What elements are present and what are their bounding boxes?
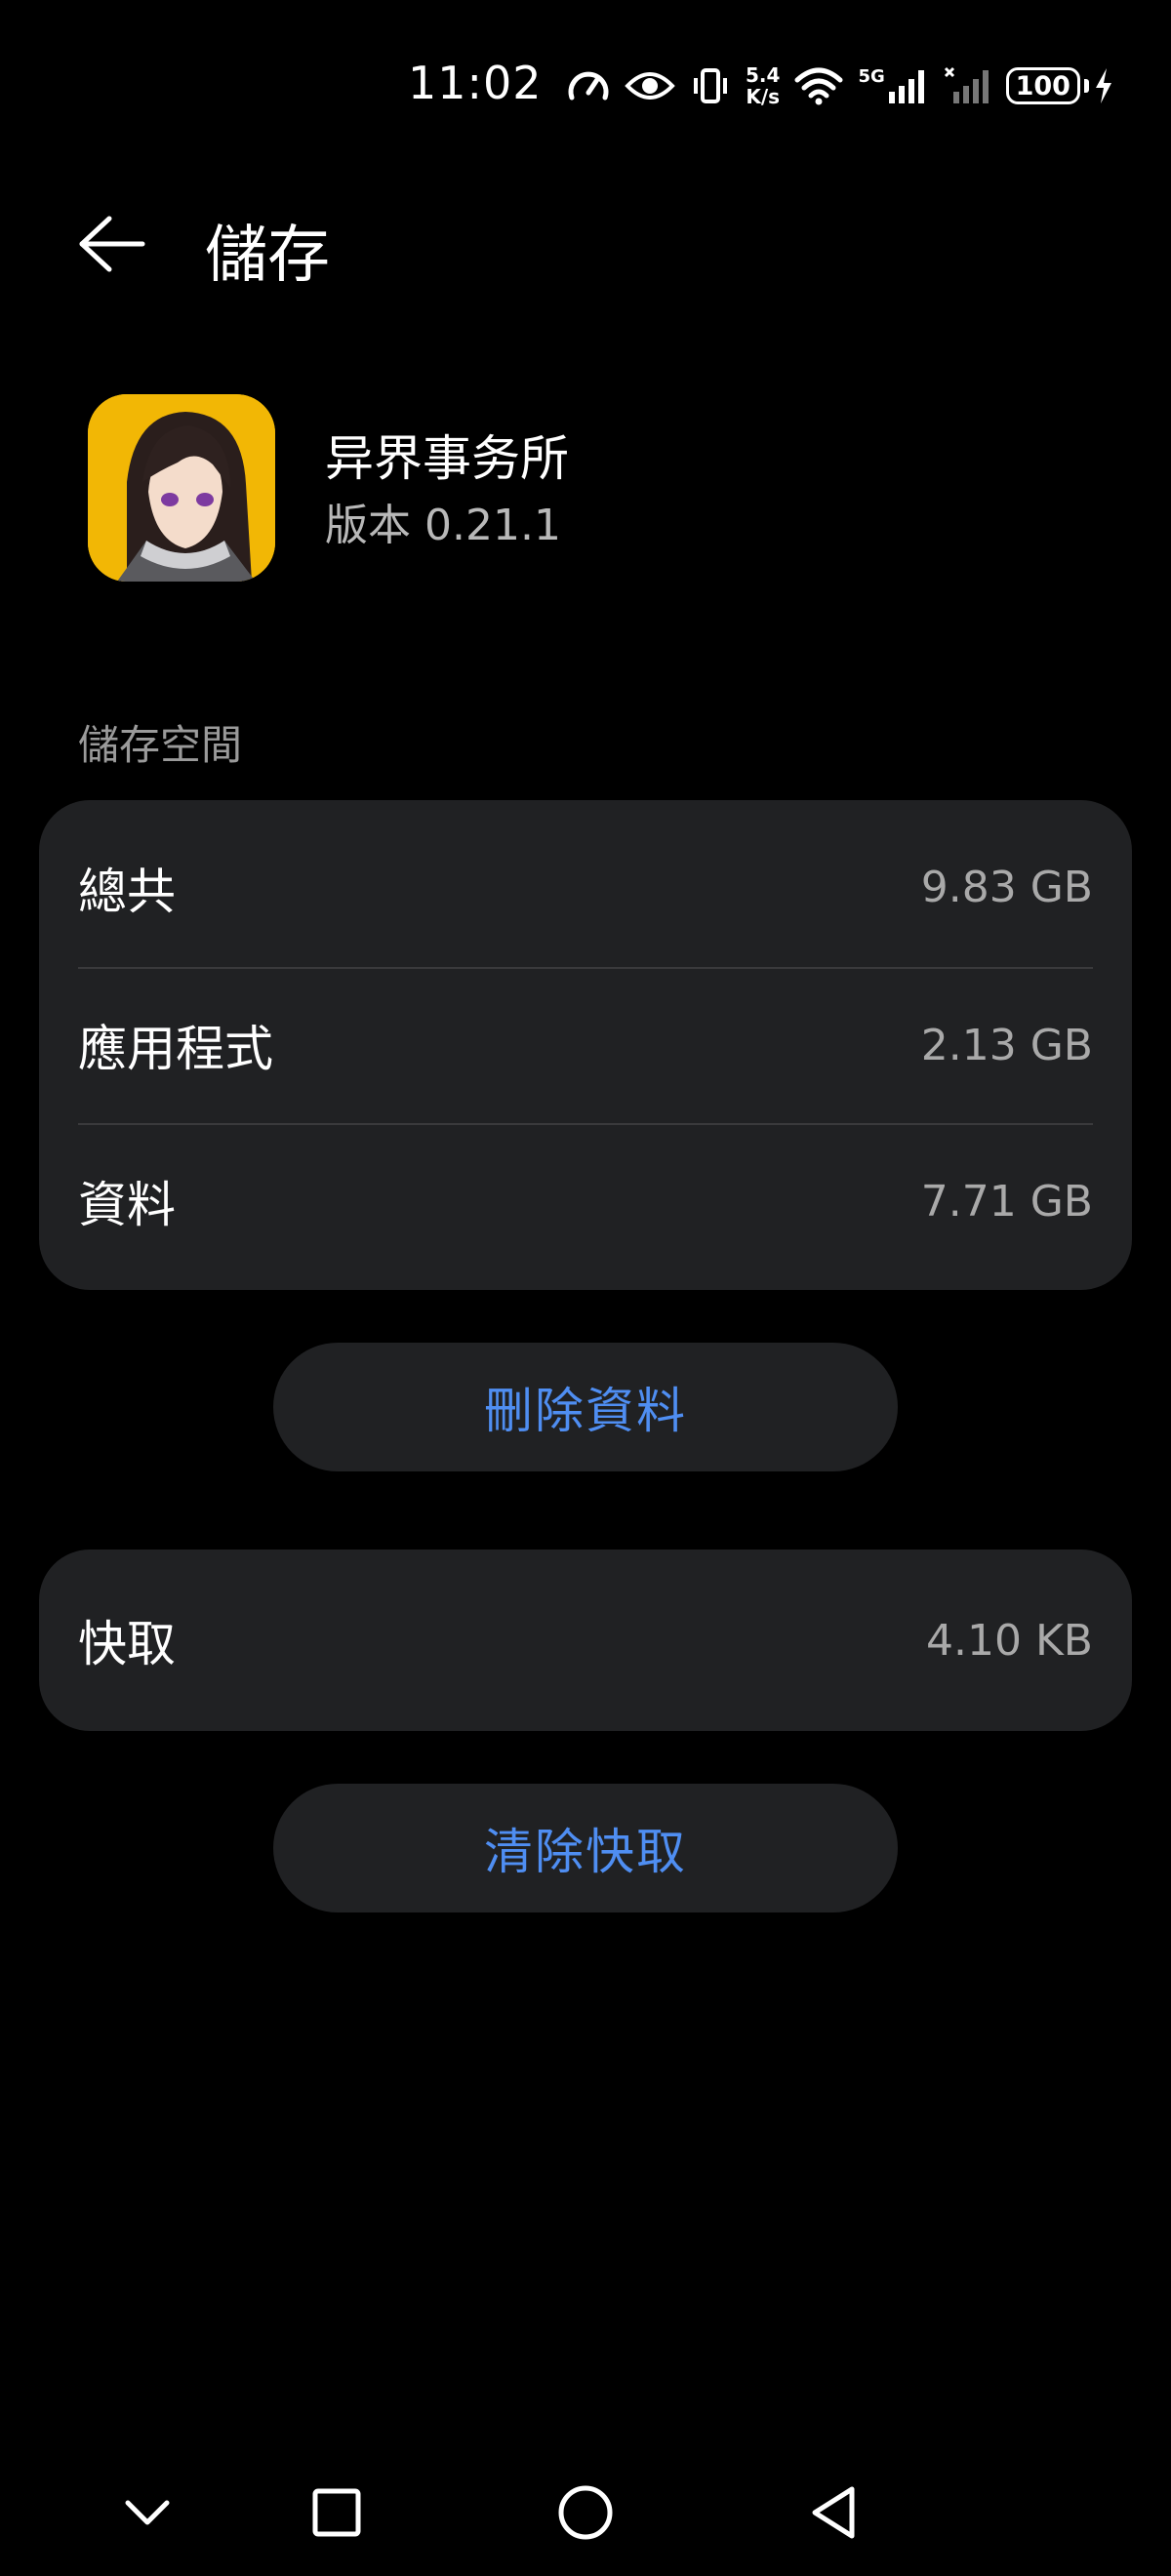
cache-row: 快取 4.10 KB — [39, 1550, 1132, 1731]
wifi-icon — [793, 66, 844, 105]
app-icon — [88, 394, 275, 582]
storage-row-total: 總共 9.83 GB — [39, 800, 1132, 967]
storage-row-app: 應用程式 2.13 GB — [39, 967, 1132, 1123]
back-triangle-icon — [812, 2486, 855, 2539]
hide-nav-button[interactable] — [94, 2459, 201, 2566]
home-button[interactable] — [532, 2459, 639, 2566]
row-value: 7.71 GB — [920, 1176, 1093, 1227]
app-name: 异界事务所 — [325, 430, 569, 487]
row-label: 資料 — [78, 1177, 176, 1233]
battery-level: 100 — [1005, 67, 1080, 104]
header: 儲存 — [0, 185, 1171, 293]
net-speed-unit: K/s — [746, 85, 781, 108]
chevron-down-icon — [125, 2500, 170, 2525]
signal-5g: 5G — [858, 66, 929, 105]
battery-indicator: 100 — [1005, 66, 1114, 105]
page-title: 儲存 — [205, 220, 330, 292]
back-button[interactable] — [70, 203, 152, 285]
row-label: 快取 — [78, 1616, 176, 1672]
recents-square-icon — [312, 2488, 361, 2537]
charging-icon — [1095, 68, 1111, 103]
cache-card: 快取 4.10 KB — [39, 1550, 1132, 1731]
delete-data-button[interactable]: 刪除資料 — [273, 1343, 898, 1471]
vibrate-icon — [689, 66, 732, 105]
storage-section-label: 儲存空間 — [78, 721, 243, 769]
eye-icon — [625, 68, 675, 103]
status-bar: 11:02 5.4 K/s 5G 100 — [0, 0, 1171, 172]
signal-strength-icon — [888, 70, 924, 103]
back-nav-button[interactable] — [781, 2459, 888, 2566]
row-label: 總共 — [78, 863, 176, 920]
signal-label: 5G — [858, 66, 885, 87]
row-value: 2.13 GB — [920, 1020, 1093, 1070]
net-speed-value: 5.4 — [746, 63, 781, 87]
recents-button[interactable] — [283, 2459, 390, 2566]
battery-tip — [1083, 79, 1089, 93]
navigation-bar — [0, 2459, 1171, 2566]
no-signal-icon — [944, 66, 992, 105]
status-icons: 5.4 K/s 5G 100 — [566, 59, 1114, 113]
storage-card: 總共 9.83 GB 應用程式 2.13 GB 資料 7.71 GB — [39, 800, 1132, 1290]
network-speed: 5.4 K/s — [746, 64, 780, 107]
app-version: 版本 0.21.1 — [325, 501, 561, 550]
home-circle-icon — [558, 2485, 613, 2540]
arrow-left-icon — [79, 216, 145, 272]
app-info: 异界事务所 版本 0.21.1 — [0, 390, 1171, 585]
clear-cache-button[interactable]: 清除快取 — [273, 1784, 898, 1912]
status-time: 11:02 — [408, 57, 543, 109]
row-value: 9.83 GB — [920, 863, 1093, 912]
storage-row-data: 資料 7.71 GB — [39, 1123, 1132, 1279]
speedometer-icon — [566, 66, 611, 105]
row-label: 應用程式 — [78, 1021, 273, 1077]
row-value: 4.10 KB — [926, 1615, 1093, 1666]
